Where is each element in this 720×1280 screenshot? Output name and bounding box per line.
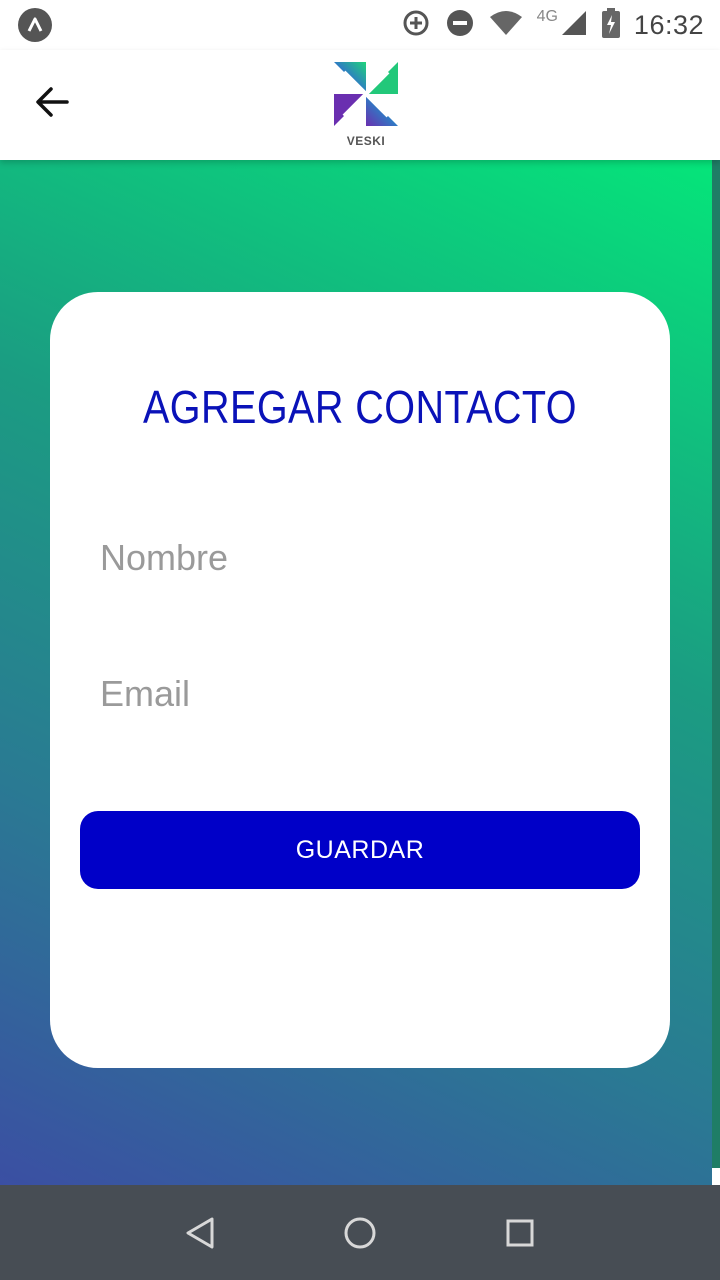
nav-back-button[interactable]: [170, 1203, 230, 1263]
email-input[interactable]: [100, 654, 620, 734]
nav-home-button[interactable]: [330, 1203, 390, 1263]
clock: 16:32: [633, 9, 704, 40]
name-input[interactable]: [100, 518, 620, 598]
page-title: AGREGAR CONTACTO: [142, 381, 578, 433]
scroll-edge: [712, 160, 720, 1168]
main-content: AGREGAR CONTACTO GUARDAR: [0, 160, 712, 1185]
status-bar: 4G 16:32: [0, 0, 720, 50]
do-not-disturb-icon: [445, 8, 475, 43]
save-button[interactable]: GUARDAR: [80, 811, 640, 889]
back-triangle-icon: [186, 1217, 214, 1248]
system-nav-bar: [0, 1185, 720, 1280]
logo-text: VESKI: [346, 134, 386, 148]
add-contact-card: AGREGAR CONTACTO GUARDAR: [50, 292, 670, 1068]
signal-icon: [560, 9, 588, 42]
home-circle-icon: [344, 1217, 376, 1248]
wifi-icon: [489, 10, 523, 41]
recents-square-icon: [506, 1219, 534, 1246]
battery-charging-icon: [601, 7, 620, 43]
app-logo: VESKI: [330, 58, 402, 152]
nav-recents-button[interactable]: [490, 1203, 550, 1263]
app-bar: VESKI: [0, 50, 720, 160]
back-button[interactable]: [30, 80, 74, 124]
data-saver-icon: [401, 8, 431, 43]
network-type: 4G: [536, 8, 558, 25]
app-notification-icon: [18, 8, 52, 42]
arrow-back-icon: [36, 87, 69, 117]
veski-logo-icon: [334, 62, 398, 126]
